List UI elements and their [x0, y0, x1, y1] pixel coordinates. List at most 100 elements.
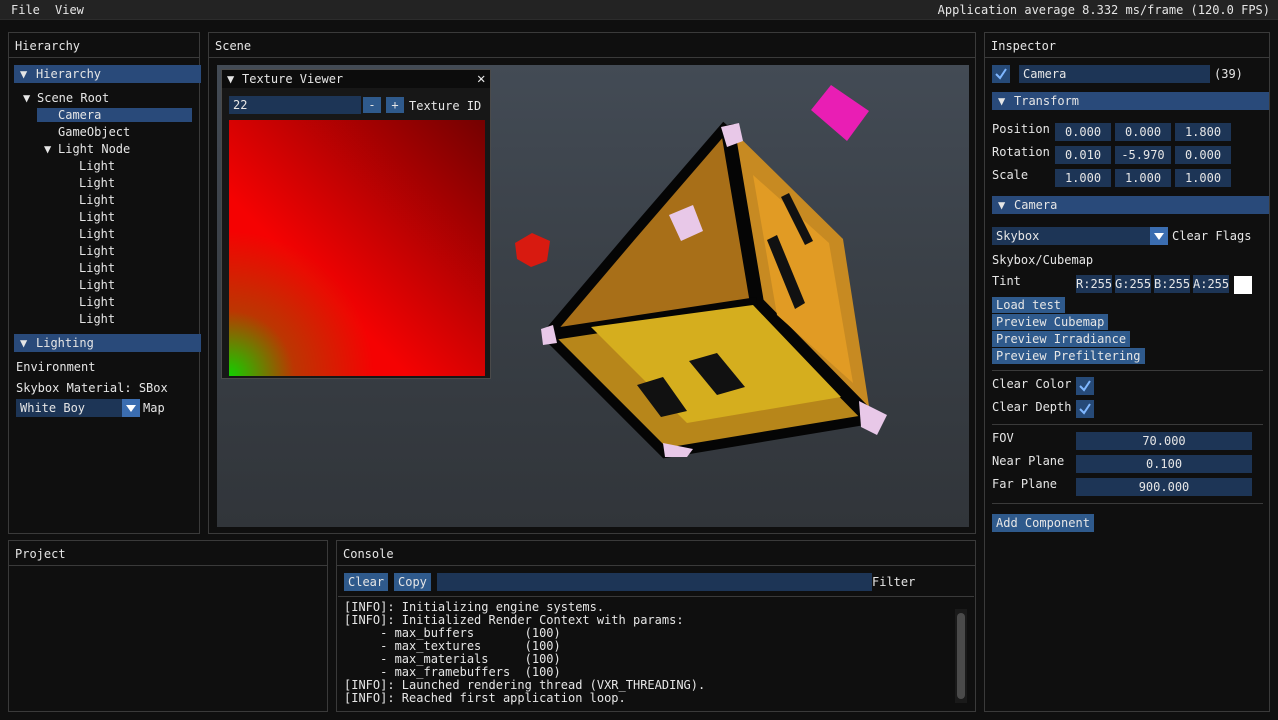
- tree-arrow-icon[interactable]: ▼: [44, 142, 51, 156]
- tree-item-light[interactable]: Light: [79, 261, 115, 275]
- fov-field[interactable]: 70.000: [1076, 432, 1252, 450]
- increment-button[interactable]: +: [386, 97, 404, 113]
- texture-id-input[interactable]: 22: [229, 96, 361, 114]
- position-x-field[interactable]: 0.000: [1055, 123, 1111, 141]
- menu-view[interactable]: View: [55, 3, 84, 17]
- console-log[interactable]: [INFO]: Initializing engine systems. [IN…: [344, 601, 944, 709]
- tree-item-light[interactable]: Light: [79, 312, 115, 326]
- tree-item-light[interactable]: Light: [79, 193, 115, 207]
- scale-y-field[interactable]: 1.000: [1115, 169, 1171, 187]
- tint-r-field[interactable]: R:255: [1076, 275, 1112, 293]
- near-plane-value: 0.100: [1145, 457, 1183, 471]
- load-test-button[interactable]: Load test: [992, 297, 1066, 313]
- add-component-button[interactable]: Add Component: [992, 514, 1094, 532]
- rotation-y-value: -5.970: [1121, 148, 1165, 162]
- tree-item-light[interactable]: Light: [79, 159, 115, 173]
- skybox-material-label: Skybox Material: SBox: [16, 381, 168, 395]
- console-clear-label: Clear: [348, 575, 385, 589]
- rotation-z-value: 0.000: [1184, 148, 1222, 162]
- active-checkbox[interactable]: [992, 65, 1010, 83]
- clear-depth-checkbox[interactable]: [1076, 400, 1094, 418]
- chevron-down-icon[interactable]: [122, 399, 140, 417]
- tree-item-gameobject[interactable]: GameObject: [58, 125, 130, 139]
- console-scrollbar-thumb[interactable]: [957, 613, 965, 699]
- tree-arrow-icon[interactable]: ▼: [23, 91, 30, 105]
- project-panel: Project: [8, 540, 328, 712]
- scene-panel-title: Scene: [215, 39, 252, 53]
- section-divider: [992, 424, 1263, 425]
- position-y-field[interactable]: 0.000: [1115, 123, 1171, 141]
- console-copy-label: Copy: [398, 575, 427, 589]
- preview-irradiance-button[interactable]: Preview Irradiance: [992, 331, 1131, 347]
- rotation-z-field[interactable]: 0.000: [1175, 146, 1231, 164]
- panel-divider: [337, 565, 975, 566]
- log-line: [INFO]: Reached first application loop.: [344, 691, 626, 705]
- collapse-arrow-icon[interactable]: ▼: [227, 72, 234, 86]
- console-clear-button[interactable]: Clear: [344, 573, 389, 591]
- clear-flags-select[interactable]: Skybox: [992, 227, 1158, 245]
- check-icon: [1079, 380, 1091, 392]
- tree-item-light[interactable]: Light: [79, 244, 115, 258]
- position-z-field[interactable]: 1.800: [1175, 123, 1231, 141]
- tint-a-field[interactable]: A:255: [1193, 275, 1229, 293]
- tree-item-scene-root[interactable]: Scene Root: [37, 91, 109, 105]
- console-copy-button[interactable]: Copy: [394, 573, 431, 591]
- map-select[interactable]: White Boy: [16, 399, 128, 417]
- tint-b-value: B:255: [1154, 277, 1191, 291]
- clear-flags-value: Skybox: [996, 229, 1040, 243]
- chevron-down-icon[interactable]: [1150, 227, 1168, 245]
- position-y-value: 0.000: [1124, 125, 1162, 139]
- tree-item-light[interactable]: Light: [79, 227, 115, 241]
- decrement-button[interactable]: -: [363, 97, 381, 113]
- rotation-x-field[interactable]: 0.010: [1055, 146, 1111, 164]
- lighting-header[interactable]: ▼ Lighting: [14, 334, 201, 352]
- position-label: Position: [992, 122, 1050, 136]
- tree-item-light[interactable]: Light: [79, 278, 115, 292]
- preview-irradiance-label: Preview Irradiance: [996, 332, 1127, 346]
- scale-y-value: 1.000: [1124, 171, 1162, 185]
- console-scrollbar[interactable]: [955, 609, 967, 703]
- tint-b-field[interactable]: B:255: [1154, 275, 1190, 293]
- red-cube: [515, 233, 550, 267]
- menu-file[interactable]: File: [11, 3, 40, 17]
- hierarchy-header[interactable]: ▼ Hierarchy: [14, 65, 201, 83]
- load-test-label: Load test: [996, 298, 1062, 312]
- tree-item-light[interactable]: Light: [79, 176, 115, 190]
- tree-item-light[interactable]: Light: [79, 210, 115, 224]
- tint-a-value: A:255: [1193, 277, 1230, 291]
- scale-z-field[interactable]: 1.000: [1175, 169, 1231, 187]
- far-plane-field[interactable]: 900.000: [1076, 478, 1252, 496]
- panel-divider: [209, 57, 975, 58]
- transform-header[interactable]: ▼ Transform: [992, 92, 1269, 110]
- console-panel: Console Clear Copy Filter [INFO]: Initia…: [336, 540, 976, 712]
- console-filter-label: Filter: [872, 575, 916, 589]
- hierarchy-panel: Hierarchy ▼ Hierarchy ▼ Scene Root Camera…: [8, 32, 201, 534]
- scale-x-value: 1.000: [1064, 171, 1102, 185]
- scale-x-field[interactable]: 1.000: [1055, 169, 1111, 187]
- texture-viewer-title: Texture Viewer: [242, 72, 344, 86]
- collapse-arrow-icon: ▼: [20, 336, 28, 350]
- tint-color-swatch[interactable]: [1234, 276, 1252, 294]
- object-name-input[interactable]: Camera: [1019, 65, 1210, 83]
- clear-color-checkbox[interactable]: [1076, 377, 1094, 395]
- preview-cubemap-button[interactable]: Preview Cubemap: [992, 314, 1109, 330]
- section-divider: [992, 370, 1263, 371]
- texture-viewer-window: ▼ Texture Viewer ✕ 22 - + Texture ID: [221, 69, 491, 379]
- near-plane-field[interactable]: 0.100: [1076, 455, 1252, 473]
- tree-item-camera[interactable]: Camera: [58, 108, 101, 122]
- tree-item-light[interactable]: Light: [79, 295, 115, 309]
- plus-label: +: [391, 98, 399, 112]
- tint-g-field[interactable]: G:255: [1115, 275, 1151, 293]
- preview-prefiltering-button[interactable]: Preview Prefiltering: [992, 348, 1145, 364]
- fov-value: 70.000: [1142, 434, 1186, 448]
- camera-header[interactable]: ▼ Camera: [992, 196, 1269, 214]
- check-icon: [995, 68, 1007, 80]
- close-icon[interactable]: ✕: [477, 71, 485, 87]
- tree-item-light-node[interactable]: Light Node: [58, 142, 130, 156]
- map-select-value: White Boy: [20, 401, 86, 415]
- console-filter-input[interactable]: [437, 573, 872, 591]
- rotation-label: Rotation: [992, 145, 1050, 159]
- rotation-y-field[interactable]: -5.970: [1115, 146, 1171, 164]
- texture-viewer-titlebar[interactable]: ▼ Texture Viewer ✕: [222, 70, 490, 88]
- inspector-panel-title: Inspector: [991, 39, 1057, 53]
